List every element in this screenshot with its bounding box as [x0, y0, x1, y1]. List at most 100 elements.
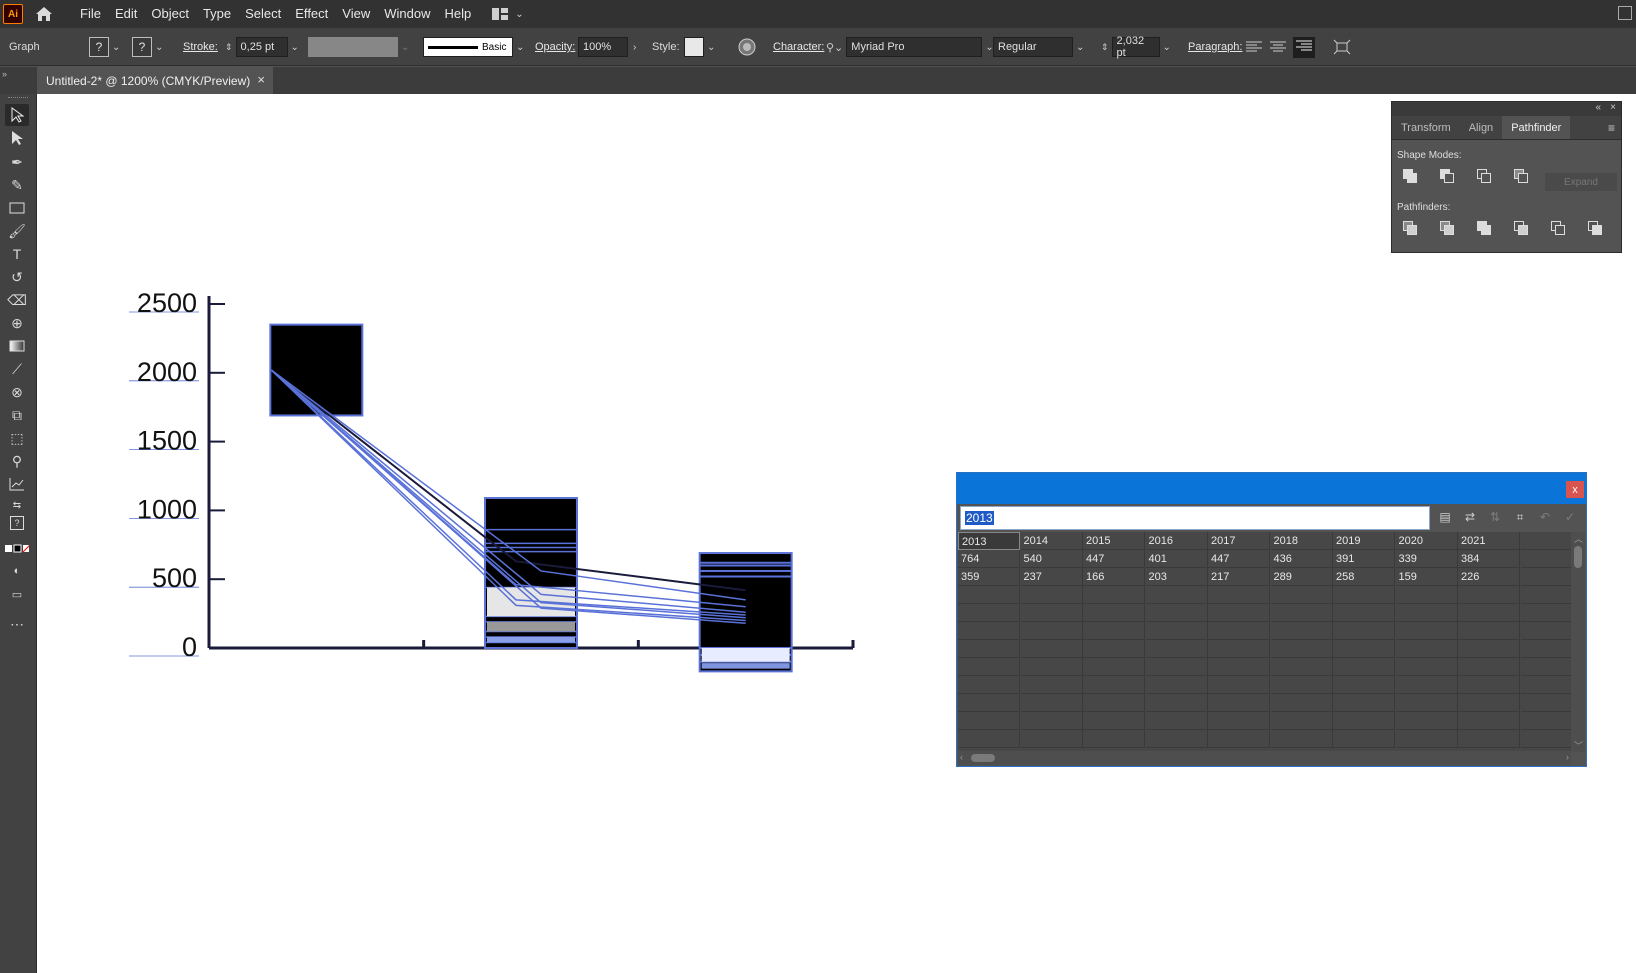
data-cell[interactable] — [958, 676, 1020, 694]
chevron-down-icon[interactable]: ⌄ — [401, 42, 409, 53]
more-tools-icon[interactable]: ⋯ — [5, 613, 29, 635]
rotate-tool-icon[interactable]: ↺ — [5, 266, 29, 288]
data-cell[interactable] — [1520, 604, 1571, 622]
chevron-down-icon[interactable]: ⌄ — [155, 42, 163, 53]
close-icon[interactable]: × — [1610, 102, 1616, 113]
data-cell[interactable] — [1145, 658, 1208, 676]
data-cell[interactable] — [958, 730, 1020, 748]
panel-menu-icon[interactable]: ≡ — [1608, 121, 1615, 135]
draw-mode-icon[interactable]: ◐ — [5, 560, 29, 582]
stepper-icon[interactable]: ⇕ — [1101, 42, 1109, 53]
data-cell[interactable]: 159 — [1395, 568, 1458, 586]
data-cell[interactable]: 384 — [1458, 550, 1520, 568]
data-cell[interactable] — [1520, 532, 1571, 550]
graph-tool-icon[interactable] — [5, 473, 29, 495]
data-cell[interactable] — [1083, 712, 1145, 730]
data-cell[interactable] — [1020, 694, 1083, 712]
data-cell[interactable] — [1458, 712, 1520, 730]
data-cell[interactable] — [1145, 622, 1208, 640]
data-cell[interactable] — [1145, 640, 1208, 658]
data-cell[interactable] — [1083, 622, 1145, 640]
data-cell[interactable]: 289 — [1270, 568, 1333, 586]
paragraph-label[interactable]: Paragraph: — [1188, 41, 1242, 53]
graphic-style-swatch[interactable] — [684, 37, 704, 57]
chevron-down-icon[interactable]: ⌄ — [516, 42, 524, 53]
chevron-down-icon[interactable]: ⌄ — [707, 42, 715, 53]
data-cell[interactable] — [1520, 694, 1571, 712]
data-cell[interactable] — [1333, 676, 1395, 694]
data-cell[interactable] — [1020, 586, 1083, 604]
data-cell[interactable] — [1020, 640, 1083, 658]
data-cell[interactable]: 436 — [1270, 550, 1333, 568]
curvature-tool-icon[interactable]: ✎ — [5, 174, 29, 196]
font-style-field[interactable]: Regular — [993, 37, 1073, 57]
menu-effect[interactable]: Effect — [288, 0, 335, 28]
data-cell[interactable] — [1458, 694, 1520, 712]
opacity-field[interactable]: 100% — [578, 37, 628, 57]
data-cell[interactable] — [1020, 676, 1083, 694]
data-cell[interactable]: 203 — [1145, 568, 1208, 586]
data-cell[interactable]: 764 — [958, 550, 1020, 568]
selection-tool-icon[interactable] — [5, 104, 29, 126]
data-cell[interactable] — [1083, 640, 1145, 658]
data-cell[interactable]: 2020 — [1395, 532, 1458, 550]
chevron-down-icon[interactable]: ⌄ — [112, 42, 120, 53]
panel-header[interactable]: « × — [1392, 102, 1621, 116]
data-cell[interactable] — [1520, 658, 1571, 676]
data-cell[interactable] — [1395, 586, 1458, 604]
data-cell[interactable] — [1083, 658, 1145, 676]
data-cell[interactable] — [1333, 730, 1395, 748]
horizontal-scrollbar[interactable]: ‹ › — [958, 751, 1571, 765]
data-cell[interactable]: 217 — [1208, 568, 1270, 586]
data-cell[interactable]: 237 — [1020, 568, 1083, 586]
chevron-right-icon[interactable]: › — [633, 42, 636, 53]
menu-help[interactable]: Help — [437, 0, 478, 28]
transform-each-icon[interactable] — [1333, 39, 1351, 55]
data-cell[interactable] — [1208, 676, 1270, 694]
data-cell[interactable] — [1395, 622, 1458, 640]
data-cell[interactable]: 2013 — [958, 532, 1020, 550]
data-cell[interactable] — [1333, 694, 1395, 712]
menu-file[interactable]: File — [73, 0, 108, 28]
data-cell[interactable]: 2017 — [1208, 532, 1270, 550]
data-cell[interactable] — [1333, 640, 1395, 658]
data-cell[interactable] — [1270, 730, 1333, 748]
data-cell[interactable] — [1270, 622, 1333, 640]
menu-view[interactable]: View — [335, 0, 377, 28]
data-cell[interactable] — [958, 622, 1020, 640]
crop-icon[interactable] — [1512, 220, 1530, 236]
close-button[interactable]: x — [1566, 481, 1584, 498]
font-size-field[interactable]: 2,032 pt — [1111, 35, 1160, 59]
data-cell[interactable] — [1520, 568, 1571, 586]
data-cell[interactable]: 166 — [1083, 568, 1145, 586]
stepper-icon[interactable]: ⇕ — [225, 42, 233, 53]
minus-back-icon[interactable] — [1586, 220, 1604, 236]
data-cell[interactable] — [1208, 730, 1270, 748]
import-data-icon[interactable]: ▤ — [1437, 509, 1453, 525]
merge-icon[interactable] — [1475, 220, 1493, 236]
data-cell[interactable]: 2015 — [1083, 532, 1145, 550]
data-cell[interactable] — [1333, 712, 1395, 730]
data-cell[interactable] — [1520, 640, 1571, 658]
data-cell[interactable]: 2019 — [1333, 532, 1395, 550]
data-cell[interactable] — [1520, 730, 1571, 748]
data-cell[interactable] — [1208, 694, 1270, 712]
data-cell[interactable] — [1270, 640, 1333, 658]
data-cell[interactable] — [1395, 712, 1458, 730]
chevron-down-icon[interactable]: ⌄ — [1163, 42, 1171, 53]
intersect-icon[interactable] — [1475, 168, 1493, 184]
stroke-swatch[interactable]: ? — [132, 37, 152, 57]
data-cell[interactable] — [1270, 586, 1333, 604]
data-cell[interactable]: 401 — [1145, 550, 1208, 568]
data-cell[interactable] — [1020, 604, 1083, 622]
data-cell[interactable]: 540 — [1020, 550, 1083, 568]
data-cell[interactable]: 391 — [1333, 550, 1395, 568]
data-cell[interactable] — [1458, 658, 1520, 676]
minus-front-icon[interactable] — [1438, 168, 1456, 184]
data-cell[interactable] — [1520, 676, 1571, 694]
data-cell[interactable] — [1208, 604, 1270, 622]
data-cell[interactable] — [1208, 640, 1270, 658]
data-cell[interactable] — [1145, 604, 1208, 622]
data-cell[interactable] — [1270, 658, 1333, 676]
data-cell[interactable] — [1208, 658, 1270, 676]
